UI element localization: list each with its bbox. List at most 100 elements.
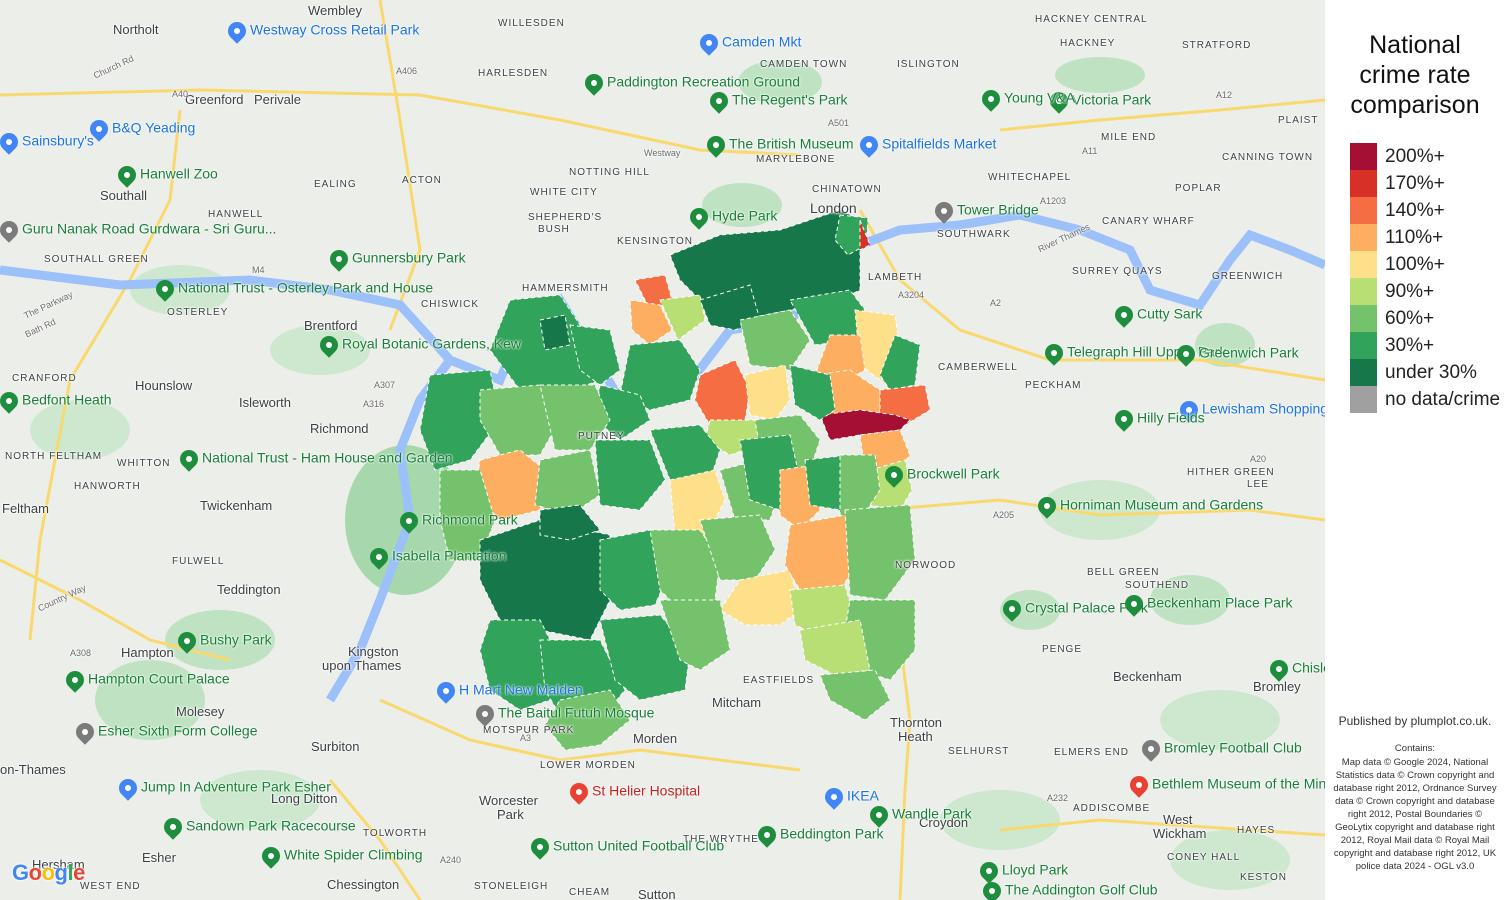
- place-label: OSTERLEY: [167, 307, 229, 318]
- place-label: TOLWORTH: [363, 828, 428, 839]
- poi-label: National Trust - Osterley Park and House: [178, 279, 434, 296]
- poi-marker[interactable]: IKEA: [821, 784, 879, 810]
- place-label: A2: [990, 298, 1002, 308]
- poi-marker[interactable]: Chislehurst: [1266, 656, 1325, 682]
- map-pin-icon: [1138, 736, 1164, 762]
- map-pin-icon: [979, 878, 1005, 900]
- poi-marker[interactable]: National Trust - Osterley Park and House: [152, 276, 434, 302]
- map-pin-icon: [62, 667, 88, 693]
- district-area[interactable]: [844, 504, 916, 601]
- place-label: London: [810, 200, 857, 216]
- map-pin-icon: [931, 198, 957, 224]
- poi-marker[interactable]: Greenwich Park: [1173, 341, 1299, 367]
- place-label: CHINATOWN: [812, 184, 882, 195]
- poi-marker[interactable]: Richmond Park: [396, 508, 518, 534]
- poi-marker[interactable]: Brockwell Park: [881, 462, 1000, 488]
- place-label: Chessington: [327, 877, 400, 892]
- poi-marker[interactable]: Cutty Sark: [1111, 302, 1202, 328]
- place-label: A406: [396, 66, 418, 76]
- poi-marker[interactable]: Bethlem Museum of the Mind: [1126, 772, 1325, 798]
- district-area[interactable]: [819, 669, 891, 721]
- place-label: POPLAR: [1175, 183, 1222, 194]
- poi-marker[interactable]: Beckenham Place Park: [1121, 591, 1293, 617]
- poi-marker[interactable]: Tower Bridge: [931, 198, 1039, 224]
- poi-marker[interactable]: Sutton United Football Club: [527, 834, 724, 860]
- place-label: Worcester: [479, 793, 538, 808]
- poi-marker[interactable]: The Regent's Park: [706, 88, 848, 114]
- poi-label: St Helier Hospital: [592, 782, 701, 799]
- poi-marker[interactable]: Hampton Court Palace: [62, 667, 230, 693]
- legend-swatch: [1350, 386, 1377, 413]
- map-pin-icon: [0, 129, 22, 155]
- poi-marker[interactable]: B&Q Yeading: [86, 116, 196, 142]
- poi-marker[interactable]: Guru Nanak Road Gurdwara - Sri Guru...: [0, 217, 276, 243]
- map-pin-icon: [856, 132, 882, 158]
- poi-marker[interactable]: Royal Botanic Gardens, Kew: [316, 332, 521, 358]
- poi-marker[interactable]: H Mart New Malden: [433, 678, 583, 704]
- district-area[interactable]: [744, 364, 791, 421]
- legend-label: under 30%: [1385, 362, 1477, 383]
- district-area[interactable]: [739, 309, 811, 371]
- poi-marker[interactable]: Bushy Park: [174, 628, 272, 654]
- poi-label: Bethlem Museum of the Mind: [1152, 775, 1325, 792]
- poi-marker[interactable]: Beddington Park: [754, 822, 884, 848]
- poi-marker[interactable]: Camden Mkt: [696, 30, 801, 56]
- poi-label: Greenwich Park: [1199, 344, 1299, 361]
- poi-marker[interactable]: Spitalfields Market: [856, 132, 996, 158]
- poi-marker[interactable]: Jump In Adventure Park Esher: [115, 775, 331, 801]
- poi-marker[interactable]: The Baitul Futuh Mosque: [472, 701, 654, 727]
- place-label: ISLINGTON: [897, 59, 960, 70]
- base-map[interactable]: Wembley Northolt WILLESDEN HARLESDEN CAMDEN …: [0, 0, 1325, 900]
- legend-swatch: [1350, 278, 1377, 305]
- place-label: West: [1163, 812, 1193, 827]
- poi-marker[interactable]: The Addington Golf Club: [979, 878, 1158, 900]
- legend-swatch: [1350, 305, 1377, 332]
- district-area[interactable]: [534, 449, 601, 516]
- google-logo-letter-2: o: [28, 860, 42, 885]
- poi-marker[interactable]: Hilly Fields: [1111, 406, 1205, 432]
- poi-marker[interactable]: Isabella Plantation: [366, 544, 506, 570]
- place-label: EALING: [314, 179, 357, 190]
- district-area[interactable]: [594, 439, 666, 511]
- poi-marker[interactable]: St Helier Hospital: [566, 779, 701, 805]
- district-area[interactable]: [539, 314, 571, 351]
- poi-marker[interactable]: Sainsbury's: [0, 129, 94, 155]
- district-area[interactable]: [799, 619, 871, 676]
- poi-marker[interactable]: Hyde Park: [686, 204, 777, 230]
- place-label: Wembley: [308, 3, 362, 18]
- attribution-text: Map data © Google 2024, National Statist…: [1333, 757, 1497, 872]
- poi-label: Jump In Adventure Park Esher: [141, 778, 331, 795]
- place-label: STONELEIGH: [474, 881, 549, 892]
- place-label: CANARY WHARF: [1102, 216, 1195, 227]
- map-pin-icon: [1041, 340, 1067, 366]
- map-pin-icon: [472, 701, 498, 727]
- poi-marker[interactable]: Hanwell Zoo: [114, 162, 218, 188]
- place-label: SOUTHEND: [1125, 580, 1190, 591]
- poi-marker[interactable]: Westway Cross Retail Park: [224, 18, 419, 44]
- legend-swatch: [1350, 224, 1377, 251]
- poi-marker[interactable]: Bromley Football Club: [1138, 736, 1302, 762]
- place-label: Morden: [633, 731, 678, 746]
- poi-marker[interactable]: Horniman Museum and Gardens: [1034, 493, 1263, 519]
- place-label: LAMBETH: [868, 272, 923, 283]
- place-label: Richmond: [310, 421, 369, 436]
- poi-marker[interactable]: Bedfont Heath: [0, 388, 112, 414]
- poi-label: B&Q Yeading: [112, 119, 196, 136]
- poi-marker[interactable]: Esher Sixth Form College: [72, 719, 258, 745]
- poi-marker[interactable]: White Spider Climbing: [258, 843, 423, 869]
- poi-marker[interactable]: Gunnersbury Park: [326, 246, 466, 272]
- place-label: CHISWICK: [421, 299, 479, 310]
- poi-label: Beckenham Place Park: [1147, 594, 1293, 611]
- poi-marker[interactable]: National Trust - Ham House and Garden: [176, 446, 453, 472]
- legend-label: 100%+: [1385, 254, 1445, 275]
- poi-marker[interactable]: Wandle Park: [866, 802, 972, 828]
- place-label: HANWELL: [208, 209, 264, 220]
- poi-label: Bushy Park: [200, 631, 272, 648]
- map-pin-icon: [433, 678, 459, 704]
- poi-marker[interactable]: Lloyd Park: [976, 858, 1068, 884]
- poi-marker[interactable]: Sandown Park Racecourse: [160, 814, 356, 840]
- poi-marker[interactable]: Paddington Recreation Ground: [581, 70, 800, 96]
- legend-label: 200%+: [1385, 146, 1445, 167]
- poi-marker[interactable]: Young V&A: [978, 86, 1075, 112]
- poi-marker[interactable]: The British Museum: [703, 132, 853, 158]
